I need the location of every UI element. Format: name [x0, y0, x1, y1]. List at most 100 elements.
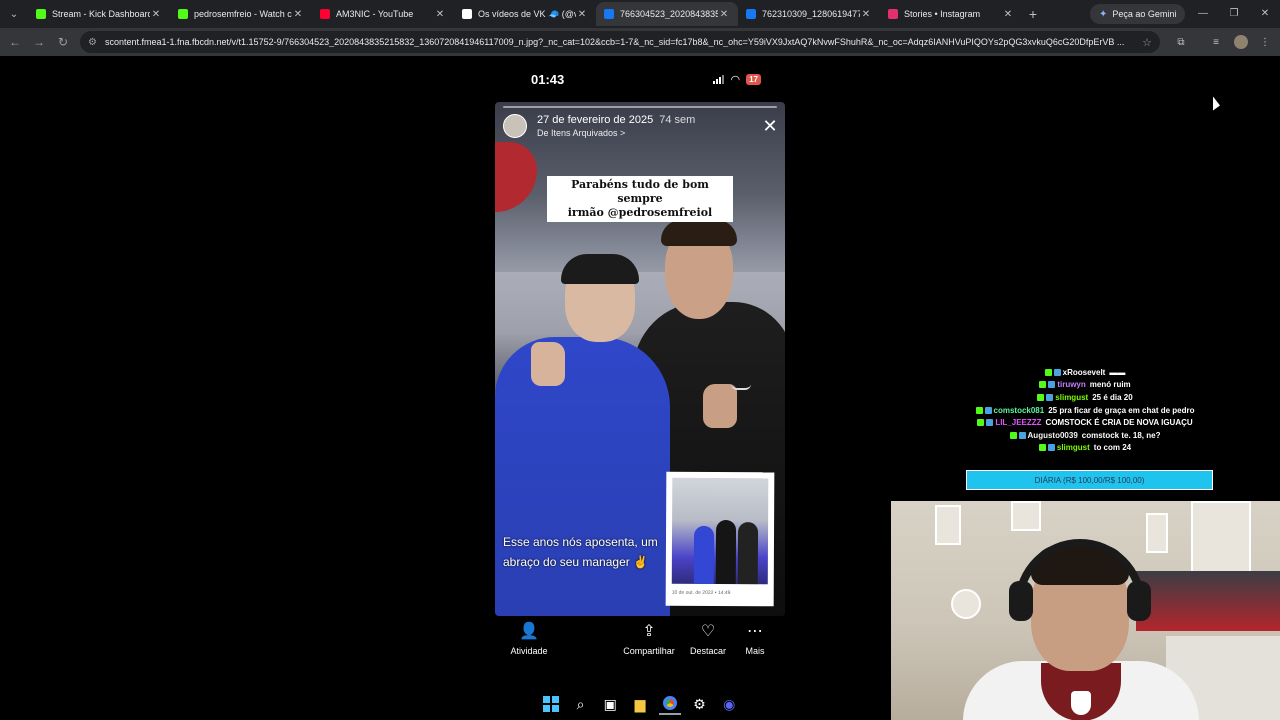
chat-text: 25 pra ficar de graça em chat de pedro	[1048, 405, 1195, 415]
wall-frame	[1146, 513, 1168, 553]
kick-badge-icon	[1039, 381, 1047, 389]
profile-avatar-icon[interactable]	[1231, 32, 1251, 52]
file-explorer-folder-icon[interactable]: ▆	[629, 693, 651, 715]
address-bar[interactable]: ⚙ scontent.fmea1-1.fna.fbcdn.net/v/t1.15…	[80, 31, 1160, 53]
chat-text: 25 é dia 20	[1092, 392, 1133, 402]
close-tab-icon[interactable]: ✕	[718, 9, 730, 20]
close-tab-icon[interactable]: ✕	[292, 9, 304, 20]
address-url[interactable]: scontent.fmea1-1.fna.fbcdn.net/v/t1.1575…	[105, 37, 1136, 47]
more-dots-icon: ⋯	[747, 623, 763, 640]
extensions-puzzle-icon[interactable]: ⧉	[1171, 32, 1191, 52]
browser-tab-strip: ⌄ Stream - Kick Dashboard ✕ pedrosemfreio …	[0, 0, 1280, 28]
subscriber-badge-icon	[986, 419, 994, 427]
headset-icon	[1015, 539, 1145, 619]
red-decor-shape	[495, 142, 537, 212]
browser-tab[interactable]: Os vídeos de VK 🧢 (@vkm✕	[454, 2, 596, 26]
story-caption-line-1: Parabéns tudo de bom sempre	[571, 178, 709, 205]
discord-app-icon[interactable]: ◉	[718, 693, 740, 715]
kick-badge-icon	[1009, 431, 1017, 439]
chat-username[interactable]: tiruwyn	[1057, 380, 1085, 389]
close-tab-icon[interactable]: ✕	[434, 9, 446, 20]
restore-window-icon[interactable]: ❐	[1224, 4, 1244, 22]
browser-tab[interactable]: 766304523_20208438352 ✕	[596, 2, 738, 26]
windows-taskbar: ⌕ ▣ ▆ ⚙ ◉	[540, 692, 740, 716]
chat-username[interactable]: Augusto0039	[1028, 431, 1078, 440]
reload-icon[interactable]: ↻	[51, 30, 75, 54]
close-story-icon[interactable]: ✕	[761, 117, 779, 135]
windows-start-icon[interactable]	[540, 693, 562, 715]
task-view-icon[interactable]: ▣	[599, 693, 621, 715]
person-right-hair	[661, 220, 737, 246]
chrome-browser-icon[interactable]	[658, 693, 681, 715]
browser-menu-kebab-icon[interactable]: ⋮	[1255, 32, 1275, 52]
browser-tab-title: Stream - Kick Dashboard	[52, 9, 150, 19]
story-progress-bar	[503, 106, 777, 108]
battery-level: 17	[746, 74, 761, 85]
new-tab-plus-icon[interactable]: +	[1022, 3, 1044, 25]
close-tab-icon[interactable]: ✕	[1002, 9, 1014, 20]
jacket-logo-swoosh-icon	[731, 384, 751, 390]
share-upload-icon: ⇪	[642, 623, 656, 640]
story-author-avatar[interactable]	[503, 114, 527, 138]
forward-arrow-icon[interactable]: →	[27, 30, 51, 54]
mouse-cursor-icon	[1213, 96, 1220, 116]
browser-tab[interactable]: 762310309_1280619477477✕	[738, 2, 880, 26]
browser-tab[interactable]: Stream - Kick Dashboard ✕	[28, 2, 170, 26]
chat-message: LIL_JEEZZZ COMSTOCK É CRIA DE NOVA IGUAÇU	[960, 416, 1210, 429]
bookmark-star-icon[interactable]: ☆	[1142, 36, 1152, 49]
browser-tab-title: Os vídeos de VK 🧢 (@vkm	[478, 8, 576, 19]
browser-tab[interactable]: pedrosemfreio - Watch clip ✕	[170, 2, 312, 26]
headset-ear-left	[1009, 581, 1033, 621]
chat-username[interactable]: LIL_JEEZZZ	[995, 418, 1041, 427]
more-label: Mais	[745, 646, 765, 656]
subscriber-badge-icon	[1046, 393, 1054, 401]
kick-badge-icon	[1038, 444, 1046, 452]
story-message-text: Esse anos nós aposenta, um abraço do seu…	[503, 535, 658, 569]
browser-tab-title: 766304523_20208438352	[620, 9, 718, 19]
tiktok-logo-icon	[462, 9, 472, 19]
chat-username[interactable]: slimgust	[1055, 393, 1088, 402]
wall-frame	[935, 505, 961, 545]
subscriber-badge-icon	[1053, 368, 1061, 376]
more-button[interactable]: ⋯ Mais	[723, 620, 787, 656]
daily-goal-label: DIÁRIA (R$ 100,00/R$ 100,00)	[1034, 475, 1145, 485]
close-tab-icon[interactable]: ✕	[150, 9, 162, 20]
chat-username[interactable]: comstock081	[994, 406, 1045, 415]
activity-button[interactable]: 👤 Atividade	[497, 620, 561, 656]
facebook-logo-icon	[746, 9, 756, 19]
story-viewer[interactable]: 27 de fevereiro de 2025 74 sem De Itens A…	[495, 102, 785, 616]
wifi-icon: ◠	[730, 74, 741, 86]
chat-username[interactable]: xRoosevelt	[1063, 368, 1106, 377]
story-age: 74 sem	[659, 114, 696, 126]
wall-frame	[1011, 501, 1041, 531]
minimize-window-icon[interactable]: —	[1193, 4, 1213, 22]
phone-status-bar: 01:43 ◠ 17	[495, 68, 785, 92]
browser-toolbar: ← → ↻ ⚙ scontent.fmea1-1.fna.fbcdn.net/v…	[0, 28, 1280, 56]
person-left-cap	[561, 254, 639, 284]
chat-username[interactable]: slimgust	[1057, 443, 1090, 452]
browser-tab[interactable]: AM3NIC - YouTube ✕	[312, 2, 454, 26]
polaroid-image	[671, 477, 769, 585]
subscriber-badge-icon	[984, 406, 992, 414]
polaroid-caption: 10 de out. de 2022 • 14:49	[671, 589, 731, 597]
close-window-icon[interactable]: ✕	[1255, 4, 1275, 22]
archived-items-link[interactable]: De Itens Arquivados >	[537, 128, 625, 138]
tab-search-chevron-icon[interactable]: ⌄	[2, 2, 26, 26]
back-arrow-icon[interactable]: ←	[3, 30, 27, 54]
close-tab-icon[interactable]: ✕	[860, 9, 872, 20]
chat-text: COMSTOCK É CRIA DE NOVA IGUAÇU	[1045, 418, 1193, 428]
share-button[interactable]: ⇪ Compartilhar	[617, 620, 681, 656]
subscriber-badge-icon	[1018, 431, 1026, 439]
search-icon[interactable]: ⌕	[570, 693, 592, 715]
instagram-logo-icon	[888, 9, 898, 19]
kick-badge-icon	[975, 406, 983, 414]
site-info-tune-icon[interactable]: ⚙	[88, 37, 97, 48]
close-tab-icon[interactable]: ✕	[576, 9, 588, 20]
ask-gemini-button[interactable]: ✦ Peça ao Gemini	[1090, 4, 1186, 24]
story-date: 27 de fevereiro de 2025 74 sem	[537, 114, 695, 126]
media-queue-icon[interactable]: ≡	[1206, 32, 1226, 52]
kick-logo-icon	[178, 9, 188, 19]
wall-frame	[1191, 501, 1251, 573]
browser-tab[interactable]: Stories • Instagram ✕	[880, 2, 1022, 26]
settings-gear-icon[interactable]: ⚙	[689, 693, 711, 715]
